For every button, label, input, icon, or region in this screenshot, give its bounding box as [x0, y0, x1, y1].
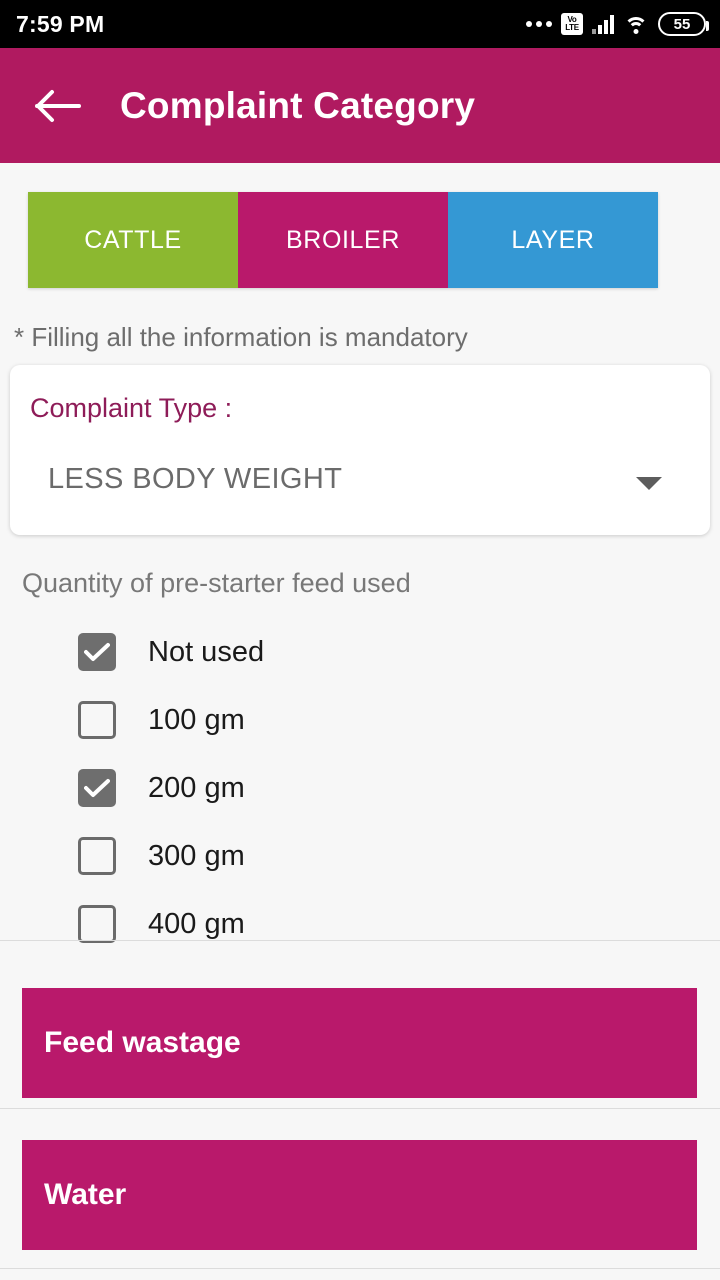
status-icons: Vo LTE 55	[526, 12, 709, 36]
quantity-checkbox-list: Not used 100 gm 200 gm 300 gm 400 gm	[78, 618, 638, 958]
status-bar: 7:59 PM Vo LTE 55	[0, 0, 720, 48]
complaint-type-value[interactable]: LESS BODY WEIGHT	[48, 463, 342, 496]
volte-icon: Vo LTE	[561, 13, 583, 35]
checkbox-label: 400 gm	[148, 907, 245, 940]
more-dots-icon	[526, 21, 552, 27]
checkbox-unchecked-icon[interactable]	[78, 905, 116, 943]
checkbox-row-100gm[interactable]: 100 gm	[78, 686, 638, 754]
complaint-type-card: Complaint Type : LESS BODY WEIGHT	[10, 365, 710, 535]
checkbox-unchecked-icon[interactable]	[78, 837, 116, 875]
checkbox-label: 100 gm	[148, 703, 245, 736]
status-clock: 7:59 PM	[16, 10, 105, 37]
section-label: Feed wastage	[44, 1026, 241, 1059]
battery-icon: 55	[658, 12, 709, 36]
checkbox-checked-icon[interactable]	[78, 769, 116, 807]
app-bar: Complaint Category	[0, 48, 720, 163]
section-water[interactable]: Water	[22, 1140, 697, 1250]
checkbox-row-200gm[interactable]: 200 gm	[78, 754, 638, 822]
mandatory-note: * Filling all the information is mandato…	[14, 322, 468, 352]
battery-level-label: 55	[673, 15, 691, 33]
category-tabs: CATTLE BROILER LAYER	[28, 192, 658, 288]
page-title: Complaint Category	[120, 84, 476, 126]
checkbox-row-not-used[interactable]: Not used	[78, 618, 638, 686]
tab-cattle[interactable]: CATTLE	[28, 192, 238, 288]
wifi-icon	[623, 14, 649, 34]
checkbox-label: Not used	[148, 635, 265, 668]
checkbox-row-400gm[interactable]: 400 gm	[78, 890, 638, 958]
section-feed-wastage[interactable]: Feed wastage	[22, 988, 697, 1098]
section-divider	[0, 940, 720, 941]
checkbox-label: 200 gm	[148, 771, 245, 804]
complaint-type-label: Complaint Type :	[30, 393, 233, 423]
back-arrow-icon[interactable]	[22, 70, 94, 142]
section-label: Water	[44, 1178, 127, 1211]
checkbox-unchecked-icon[interactable]	[78, 701, 116, 739]
section-divider	[0, 1108, 720, 1109]
checkbox-row-300gm[interactable]: 300 gm	[78, 822, 638, 890]
checkbox-label: 300 gm	[148, 839, 245, 872]
volte-bottom-label: LTE	[565, 23, 579, 32]
chevron-down-icon[interactable]	[636, 477, 662, 490]
tab-layer[interactable]: LAYER	[448, 192, 658, 288]
tab-broiler[interactable]: BROILER	[238, 192, 448, 288]
checkbox-checked-icon[interactable]	[78, 633, 116, 671]
quantity-group-title: Quantity of pre-starter feed used	[22, 568, 411, 598]
section-divider	[0, 1268, 720, 1269]
app-screen: 7:59 PM Vo LTE 55 Complaint Category CAT…	[0, 0, 720, 1280]
signal-icon	[592, 14, 614, 34]
